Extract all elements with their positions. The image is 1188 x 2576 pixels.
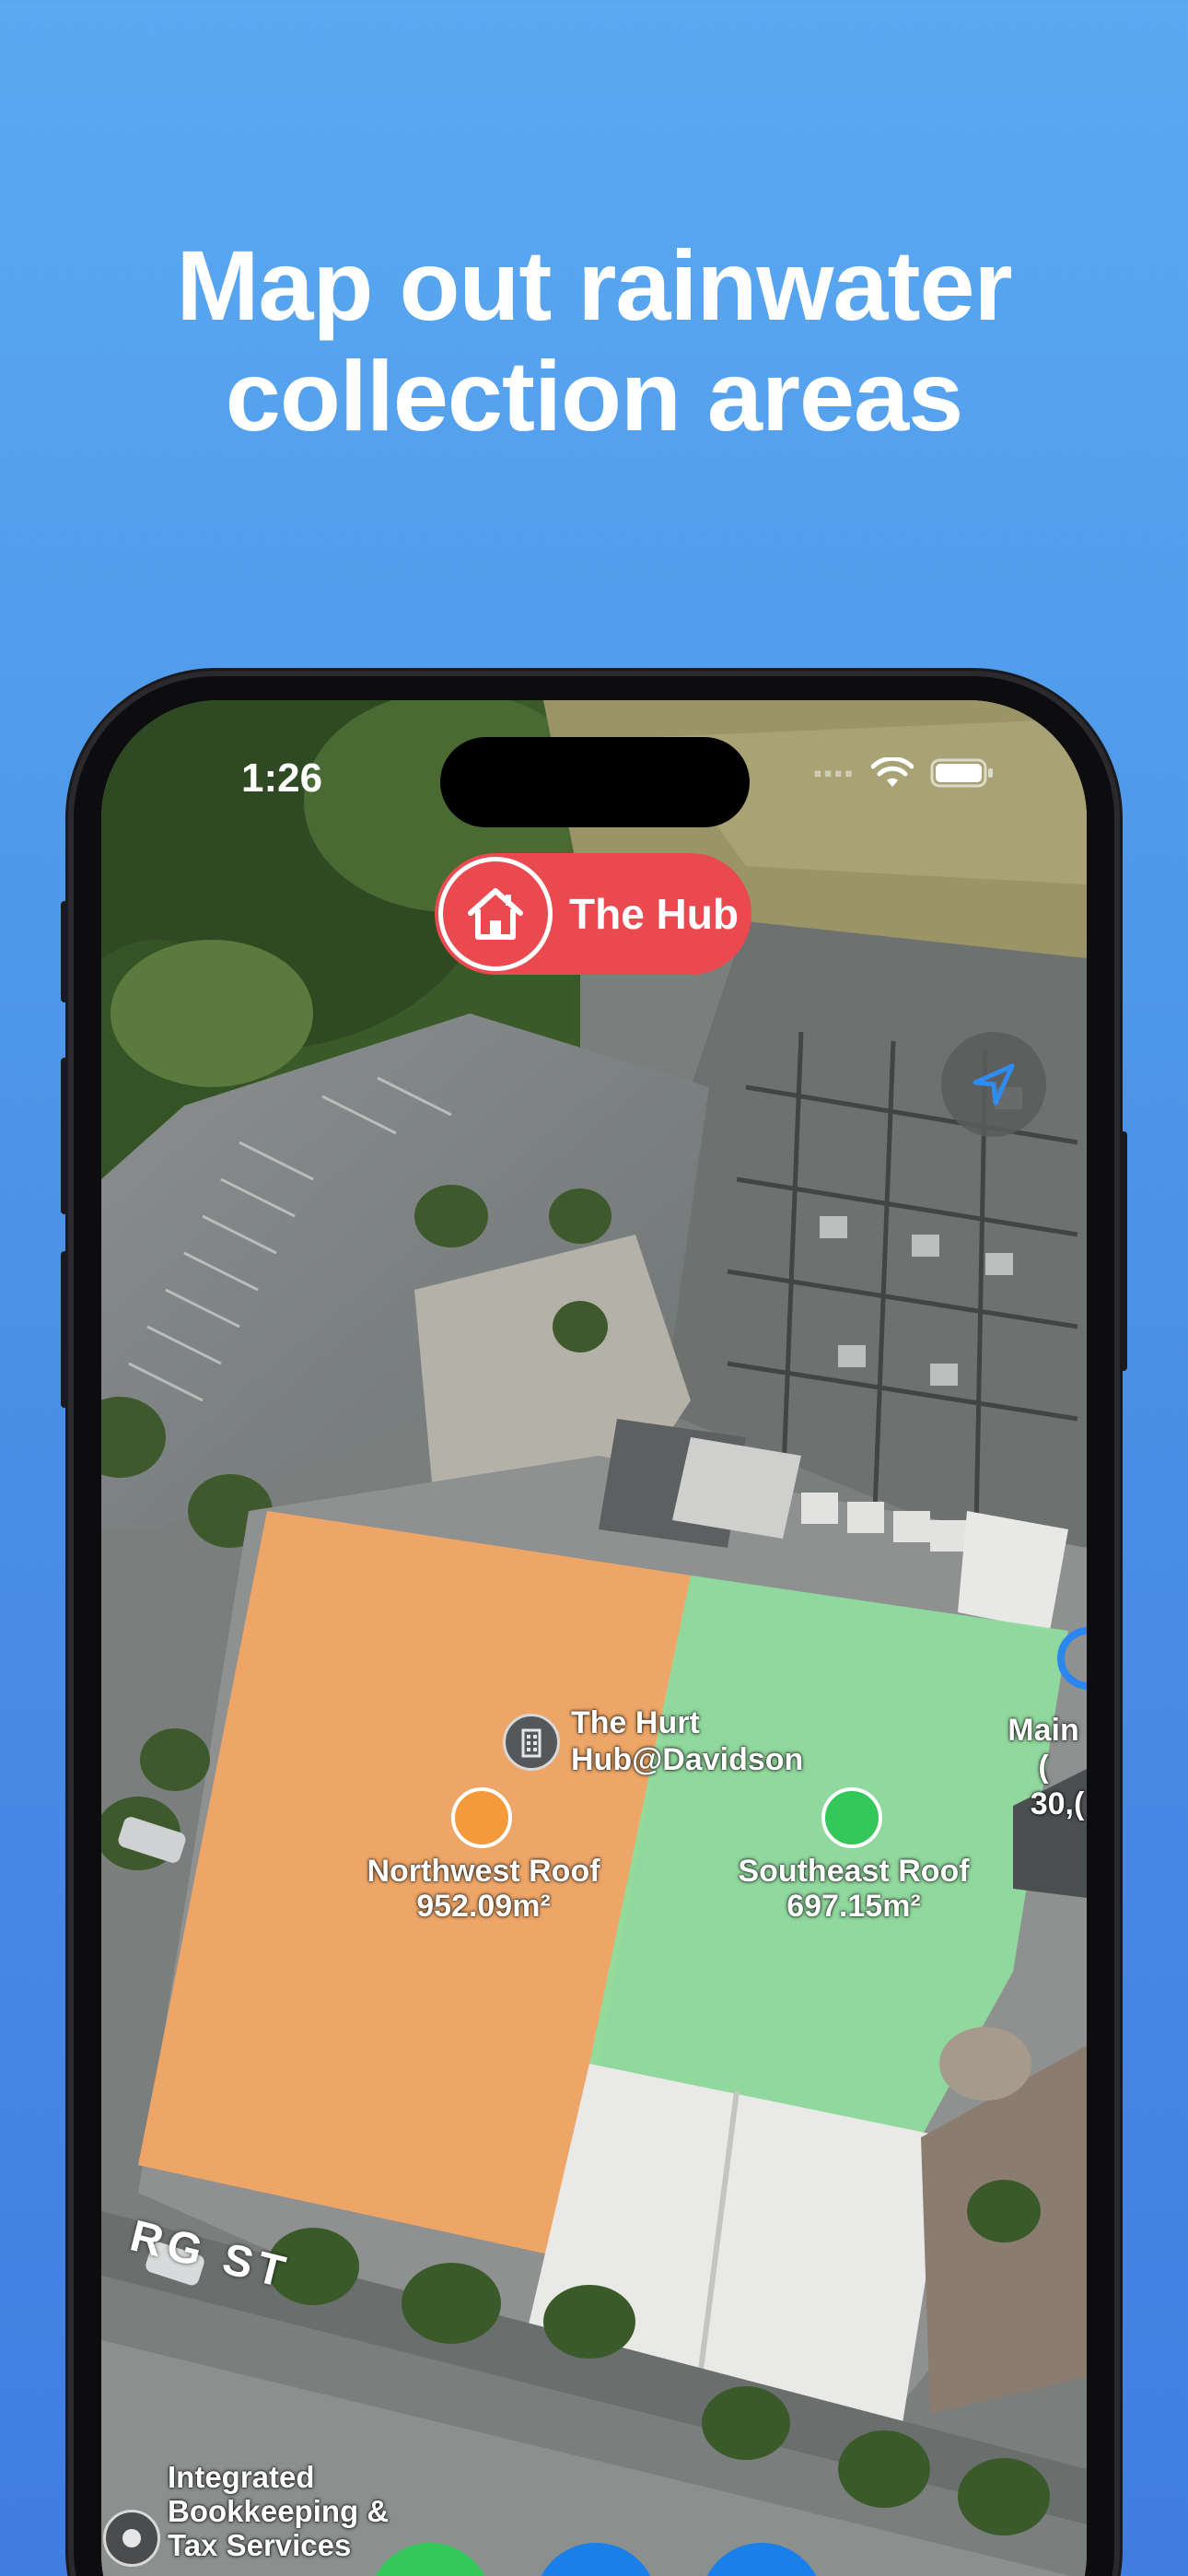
location-name: The Hub [569, 890, 739, 938]
southeast-roof-label[interactable]: Southeast Roof 697.15m² [702, 1854, 1006, 1924]
action-button [61, 901, 68, 1002]
volume-up-button [61, 1058, 68, 1214]
wifi-icon [871, 757, 914, 787]
poi-bookkeeping-line-3: Tax Services [168, 2528, 352, 2562]
poi-building-line-2: Hub@Davidson [571, 1742, 804, 1777]
status-icons: ▪▪▪▪ [813, 757, 995, 789]
satellite-map[interactable] [101, 700, 1087, 2576]
southeast-roof-area: 697.15m² [786, 1889, 921, 1924]
headline-line-1: Map out rainwater [176, 229, 1012, 341]
phone-screen: 1:26 ▪▪▪▪ The Hub The Hurt Hub@Davidson … [101, 700, 1087, 2576]
southeast-roof-marker[interactable] [821, 1787, 882, 1848]
house-icon [438, 857, 553, 971]
poi-bookkeeping-label[interactable]: Integrated Bookkeeping & Tax Services [168, 2460, 389, 2562]
battery-icon [930, 758, 993, 788]
pin-icon[interactable] [103, 2510, 160, 2567]
phone-frame: 1:26 ▪▪▪▪ The Hub The Hurt Hub@Davidson … [61, 671, 1127, 2576]
location-selector-button[interactable]: The Hub [435, 853, 751, 975]
poi-bookkeeping-line-2: Bookkeeping & [168, 2494, 390, 2528]
dynamic-island [440, 737, 750, 827]
poi-building-label[interactable]: The Hurt Hub@Davidson [571, 1704, 803, 1778]
locate-me-button[interactable] [941, 1032, 1046, 1137]
status-time: 1:26 [241, 755, 323, 801]
poi-edge-line-1: Main ( [1007, 1713, 1079, 1785]
southeast-roof-name: Southeast Roof [738, 1854, 970, 1889]
power-button [1120, 1131, 1127, 1371]
location-arrow-icon [973, 1063, 1015, 1106]
northwest-roof-name: Northwest Roof [367, 1854, 600, 1889]
northwest-roof-marker[interactable] [451, 1787, 512, 1848]
poi-bookkeeping-line-1: Integrated [168, 2460, 315, 2494]
headline-line-2: collection areas [225, 340, 963, 451]
northwest-roof-label[interactable]: Northwest Roof 952.09m² [332, 1854, 635, 1924]
northwest-roof-area: 952.09m² [416, 1889, 551, 1924]
cellular-dots-icon: ▪▪▪▪ [813, 758, 855, 787]
poi-edge-line-2: 30,( [1030, 1786, 1085, 1821]
headline: Map out rainwater collection areas [0, 230, 1188, 451]
building-icon[interactable] [503, 1714, 560, 1771]
poi-building-line-1: The Hurt [571, 1705, 700, 1740]
poi-edge-label: Main ( 30,( [1000, 1712, 1087, 1822]
volume-down-button [61, 1251, 68, 1408]
